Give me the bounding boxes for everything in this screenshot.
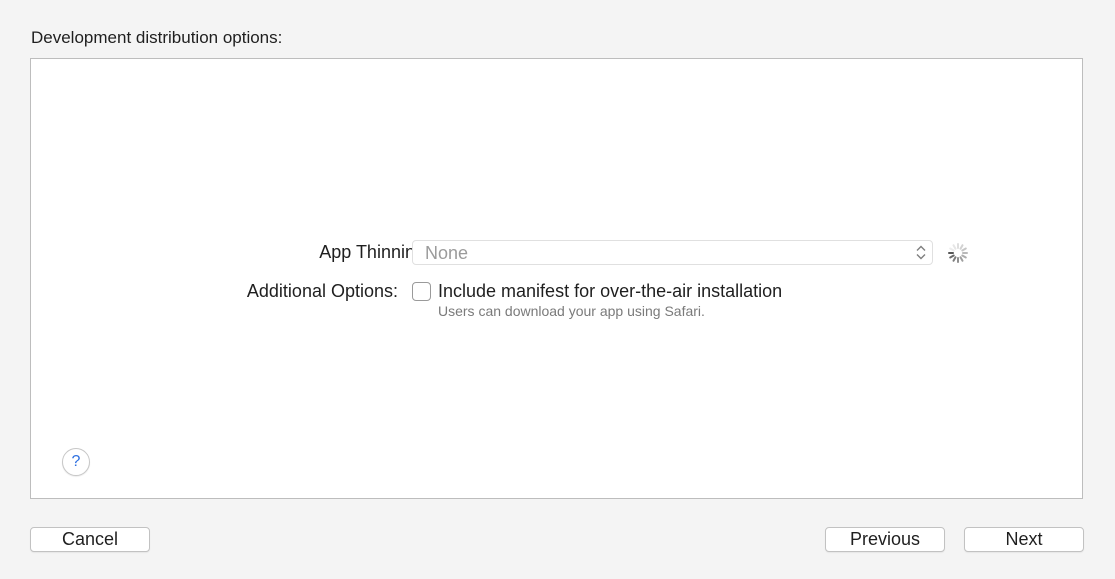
manifest-checkbox-label[interactable]: Include manifest for over-the-air instal… [438,281,782,302]
options-panel: App Thinning: None Additional Options: I… [30,58,1083,499]
additional-options-label: Additional Options: [246,281,398,301]
app-thinning-select[interactable]: None [412,240,933,265]
up-down-chevron-icon [914,244,928,261]
app-thinning-label: App Thinning: [319,242,430,262]
question-mark-icon: ? [71,453,81,470]
manifest-checkbox[interactable] [412,282,431,301]
app-thinning-value: None [425,243,469,263]
previous-button[interactable]: Previous [825,527,945,552]
help-button[interactable]: ? [62,448,90,476]
cancel-button[interactable]: Cancel [30,527,150,552]
next-button[interactable]: Next [964,527,1084,552]
loading-spinner-icon [945,240,971,266]
manifest-help-text: Users can download your app using Safari… [438,303,705,319]
section-title: Development distribution options: [31,28,283,47]
